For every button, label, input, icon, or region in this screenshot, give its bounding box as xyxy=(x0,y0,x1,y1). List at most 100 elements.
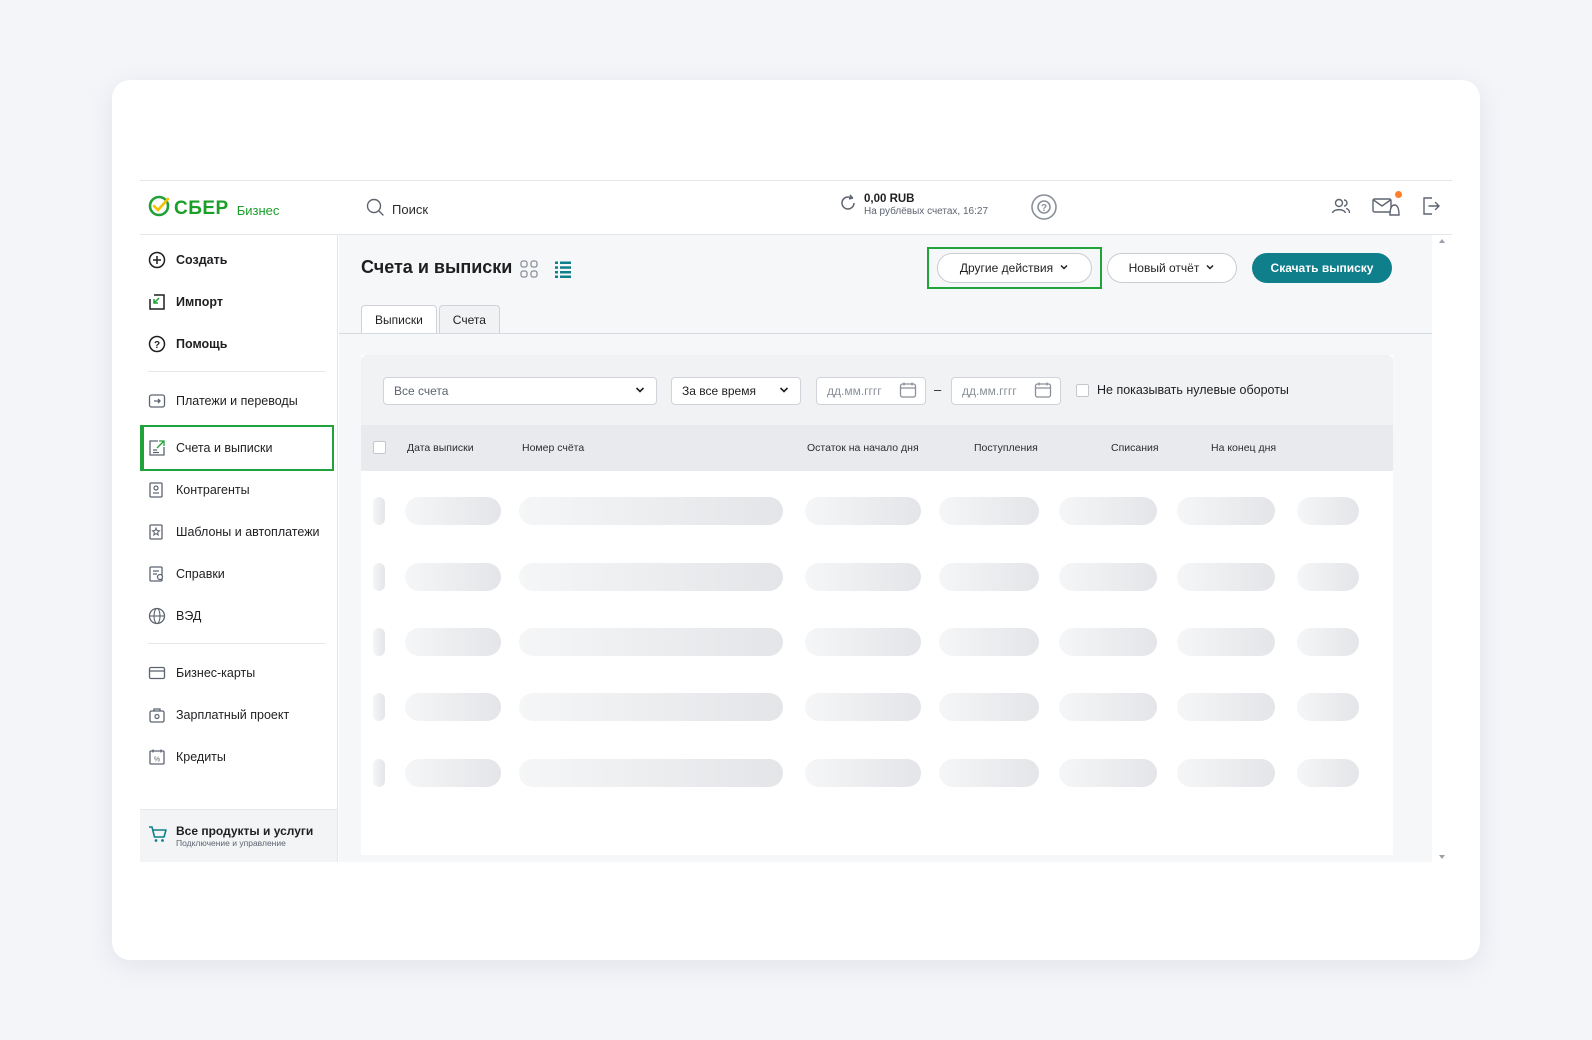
skeleton-cell xyxy=(1177,693,1275,721)
skeleton-cell xyxy=(1059,628,1157,656)
skeleton-cell xyxy=(1177,759,1275,787)
skeleton-cell xyxy=(1297,693,1359,721)
statements-panel: Все счета За все время дд.мм.гггг – дд.м… xyxy=(361,355,1393,855)
sidebar-item-accounts[interactable]: Счета и выписки xyxy=(148,434,328,462)
scrollbar[interactable] xyxy=(1432,235,1452,862)
other-actions-button[interactable]: Другие действия xyxy=(937,253,1092,283)
skeleton-cell xyxy=(1297,759,1359,787)
checkbox-box[interactable] xyxy=(1076,383,1089,397)
skeleton-cell xyxy=(519,693,783,721)
skeleton-cell xyxy=(939,693,1039,721)
skeleton-cell xyxy=(373,628,385,656)
date-to-field[interactable]: дд.мм.гггг xyxy=(951,377,1061,405)
app-window: СБЕР Бизнес Поиск 0,00 RUB На рублёвых с… xyxy=(140,180,1452,862)
plus-circle-icon xyxy=(148,251,166,269)
skeleton-cell xyxy=(1177,497,1275,525)
period-select[interactable]: За все время xyxy=(671,377,801,405)
sidebar-item-salary[interactable]: Зарплатный проект xyxy=(148,701,328,729)
tabs-divider xyxy=(339,333,1432,334)
sidebar-item-credits[interactable]: % Кредиты xyxy=(148,743,328,771)
sidebar-item-label: Контрагенты xyxy=(176,483,250,497)
payments-icon xyxy=(148,392,166,410)
sidebar: Создать Импорт ? Помощь Платежи и перево… xyxy=(140,235,338,862)
templates-icon xyxy=(148,523,166,541)
logout-icon[interactable] xyxy=(1420,195,1442,222)
sidebar-item-label: Зарплатный проект xyxy=(176,708,290,722)
tab-accounts[interactable]: Счета xyxy=(438,305,500,333)
sidebar-item-label: ВЭД xyxy=(176,609,202,623)
calendar-icon[interactable] xyxy=(899,381,917,402)
skeleton-cell xyxy=(373,497,385,525)
skeleton-cell xyxy=(405,693,501,721)
page-title: Счета и выписки xyxy=(361,257,513,277)
calendar-icon[interactable] xyxy=(1034,381,1052,402)
users-icon[interactable] xyxy=(1330,195,1352,222)
sidebar-item-label: Счета и выписки xyxy=(176,441,273,455)
globe-icon xyxy=(148,607,166,625)
sidebar-item-label: Платежи и переводы xyxy=(176,394,298,408)
sidebar-item-business-cards[interactable]: Бизнес-карты xyxy=(148,659,328,687)
svg-text:%: % xyxy=(154,757,160,764)
skeleton-cell xyxy=(519,497,783,525)
skeleton-cell xyxy=(405,563,501,591)
new-report-button[interactable]: Новый отчёт xyxy=(1107,253,1237,283)
download-statement-button[interactable]: Скачать выписку xyxy=(1252,253,1392,283)
all-products-button[interactable]: Все продукты и услуги Подключение и упра… xyxy=(140,809,337,862)
notification-dot xyxy=(1395,191,1402,198)
credit-icon: % xyxy=(148,748,166,766)
skeleton-cell xyxy=(1059,563,1157,591)
view-toggle xyxy=(519,259,573,284)
refresh-icon[interactable] xyxy=(838,193,858,218)
sidebar-item-create[interactable]: Создать xyxy=(148,246,328,274)
sidebar-item-import[interactable]: Импорт xyxy=(148,288,328,316)
table-row xyxy=(361,693,1393,721)
column-header-date: Дата выписки xyxy=(407,442,474,454)
sidebar-item-label: Кредиты xyxy=(176,750,226,764)
hide-zero-turnover-label: Не показывать нулевые обороты xyxy=(1097,383,1289,397)
skeleton-cell xyxy=(805,759,921,787)
skeleton-cell xyxy=(805,693,921,721)
sidebar-item-contractors[interactable]: Контрагенты xyxy=(148,476,328,504)
import-icon xyxy=(148,293,166,311)
sidebar-item-help[interactable]: ? Помощь xyxy=(148,330,328,358)
filters-bar: Все счета За все время дд.мм.гггг – дд.м… xyxy=(361,355,1393,425)
sidebar-item-ved[interactable]: ВЭД xyxy=(148,602,328,630)
table-body-loading xyxy=(361,471,1393,851)
skeleton-cell xyxy=(519,759,783,787)
date-to-placeholder: дд.мм.гггг xyxy=(962,384,1017,398)
skeleton-cell xyxy=(805,628,921,656)
salary-icon xyxy=(148,706,166,724)
accounts-select[interactable]: Все счета xyxy=(383,377,657,405)
sidebar-item-label: Помощь xyxy=(176,337,228,351)
tab-statements[interactable]: Выписки xyxy=(361,305,437,333)
period-select-value: За все время xyxy=(682,384,756,398)
search-bar[interactable]: Поиск xyxy=(366,198,428,221)
logo-subtitle: Бизнес xyxy=(236,203,280,218)
sidebar-item-payments[interactable]: Платежи и переводы xyxy=(148,387,328,415)
skeleton-cell xyxy=(405,759,501,787)
svg-text:?: ? xyxy=(1041,203,1047,214)
grid-view-icon[interactable] xyxy=(519,259,539,284)
search-icon xyxy=(366,198,384,221)
sidebar-item-templates[interactable]: Шаблоны и автоплатежи xyxy=(148,518,328,546)
list-view-icon[interactable] xyxy=(553,259,573,284)
skeleton-cell xyxy=(1177,628,1275,656)
cart-icon xyxy=(148,824,168,849)
skeleton-cell xyxy=(939,759,1039,787)
skeleton-cell xyxy=(1297,563,1359,591)
table-row xyxy=(361,563,1393,591)
card-icon xyxy=(148,664,166,682)
search-input[interactable]: Поиск xyxy=(392,202,428,217)
all-products-title: Все продукты и услуги xyxy=(176,824,314,838)
date-from-field[interactable]: дд.мм.гггг xyxy=(816,377,926,405)
other-actions-label: Другие действия xyxy=(959,261,1054,275)
notifications-icon[interactable] xyxy=(1372,191,1402,222)
column-header-incoming: Поступления xyxy=(974,442,1038,454)
hide-zero-turnover-checkbox[interactable]: Не показывать нулевые обороты xyxy=(1076,383,1289,397)
sber-business-logo[interactable]: СБЕР Бизнес xyxy=(148,195,279,222)
balance-widget[interactable]: 0,00 RUB На рублёвых счетах, 16:27 xyxy=(838,193,988,218)
sidebar-item-certificates[interactable]: Справки xyxy=(148,560,328,588)
skeleton-cell xyxy=(519,563,783,591)
help-lifebuoy-button[interactable]: ? xyxy=(1030,193,1058,226)
select-all-checkbox[interactable] xyxy=(373,441,386,454)
